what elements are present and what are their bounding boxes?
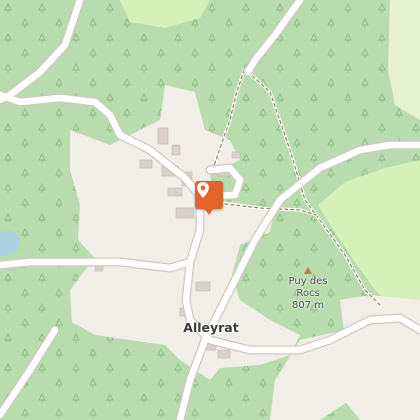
peak-elevation: 807 m <box>291 300 324 311</box>
map-pin-marker[interactable] <box>195 181 223 215</box>
peak-triangle-icon <box>304 267 312 274</box>
peak-label: Puy des Rocs 807 m <box>280 267 336 312</box>
peak-name: Puy des Rocs <box>288 276 328 299</box>
map-canvas[interactable]: Puy des Rocs 807 m Alleyrat <box>0 0 420 420</box>
village-label: Alleyrat <box>183 320 239 335</box>
map-pin-icon <box>197 182 209 198</box>
